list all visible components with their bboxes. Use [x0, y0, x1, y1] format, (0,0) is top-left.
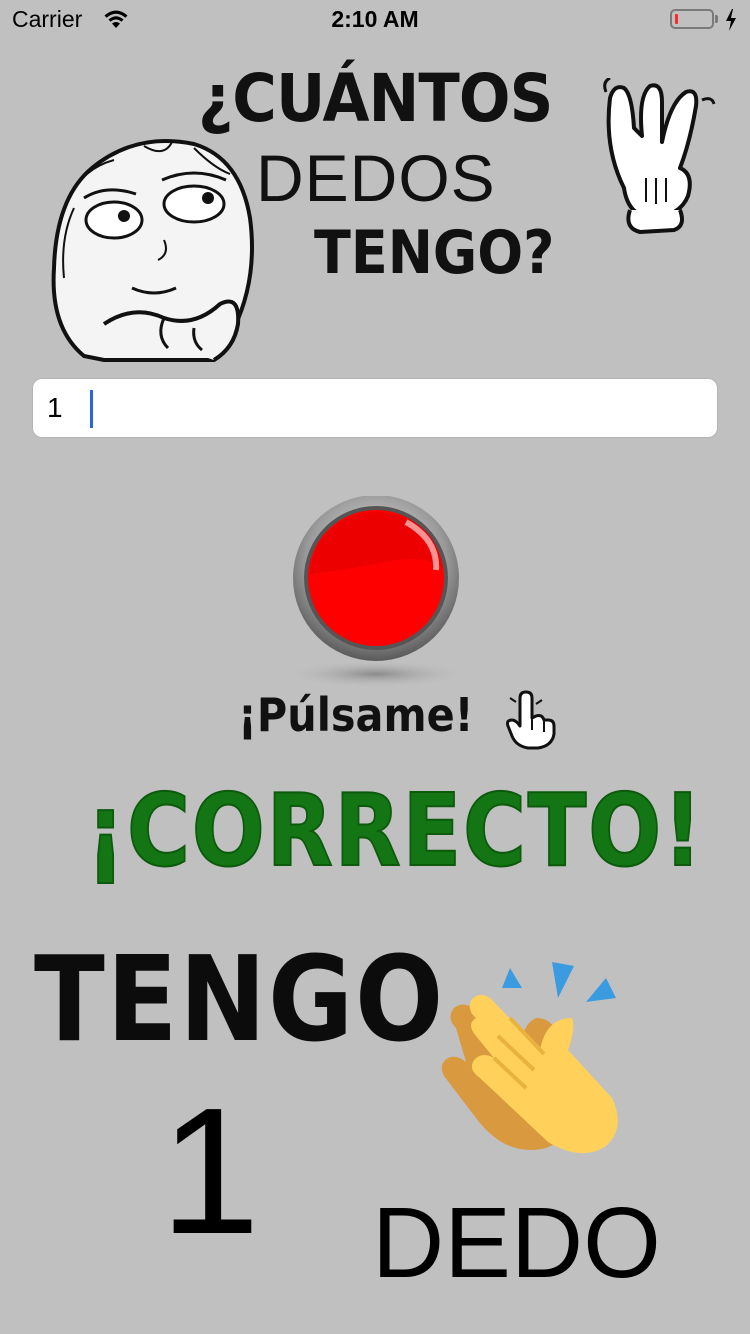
- pointing-hand-icon: [502, 688, 560, 755]
- three-fingers-hand-icon: [594, 76, 720, 245]
- fingers-input-field[interactable]: [32, 378, 718, 438]
- red-push-button[interactable]: [276, 495, 476, 696]
- status-time: 2:10 AM: [331, 6, 419, 32]
- fingers-input[interactable]: [33, 379, 717, 437]
- title-line-2: DEDOS: [256, 141, 496, 215]
- result-message: ¡CORRECTO!: [85, 771, 704, 890]
- title-line-1: ¿CUÁNTOS: [198, 60, 553, 137]
- clapping-hands-icon: [436, 958, 632, 1163]
- thinking-face-illustration: [44, 128, 260, 369]
- result-tengo-label: TENGO: [34, 930, 445, 1068]
- battery-nub: [715, 15, 718, 23]
- battery-icon: [670, 9, 714, 29]
- push-me-label: ¡Púlsame!: [238, 688, 474, 742]
- result-number: 1: [159, 1071, 261, 1272]
- text-caret: [90, 390, 93, 428]
- result-dedo-label: DEDO: [372, 1187, 661, 1299]
- title-line-3: TENGO?: [314, 218, 555, 288]
- status-bar: Carrier 2:10 AM: [0, 0, 750, 40]
- charging-bolt-icon: [724, 8, 738, 37]
- battery-level: [675, 14, 678, 24]
